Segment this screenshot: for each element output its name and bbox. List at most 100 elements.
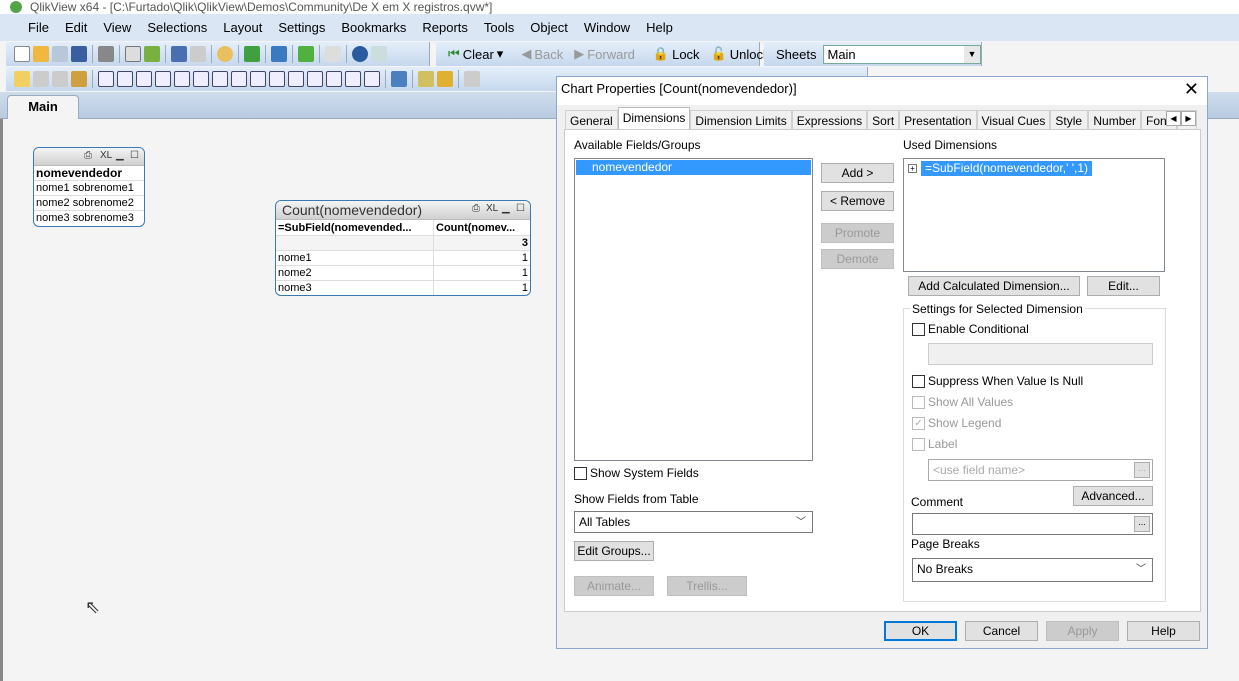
comment-input[interactable]: ...: [912, 513, 1153, 535]
excel-icon[interactable]: XL: [100, 150, 112, 161]
show-system-fields-checkbox[interactable]: [574, 467, 587, 480]
expand-icon[interactable]: +: [908, 164, 917, 173]
conditional-input[interactable]: [928, 343, 1153, 365]
menu-layout[interactable]: Layout: [215, 20, 270, 35]
column-header[interactable]: Count(nomev...: [434, 220, 530, 235]
list-item[interactable]: nomevendedor: [576, 160, 811, 175]
multibox-icon[interactable]: [155, 71, 171, 87]
sheet-select[interactable]: Main ▼: [823, 44, 981, 64]
tab-expressions[interactable]: Expressions: [791, 110, 868, 130]
tab-dimensions[interactable]: Dimensions: [617, 107, 691, 130]
page-breaks-select[interactable]: No Breaks ﹀: [912, 558, 1153, 582]
demote-sheet-icon[interactable]: [52, 71, 68, 87]
tab-dimension-limits[interactable]: Dimension Limits: [690, 110, 792, 130]
chart-icon[interactable]: [174, 71, 190, 87]
demote-button[interactable]: Demote: [821, 249, 894, 269]
listbox-nomevendedor[interactable]: ⎙ XL ▁ ☐ nomevendedor nome1 sobrenome1 n…: [33, 147, 145, 227]
undo-icon[interactable]: [171, 46, 187, 62]
menu-selections[interactable]: Selections: [139, 20, 215, 35]
label-input[interactable]: <use field name>...: [928, 459, 1153, 481]
slider-icon[interactable]: [288, 71, 304, 87]
edit-groups-button[interactable]: Edit Groups...: [574, 541, 654, 561]
statistics-box-icon[interactable]: [117, 71, 133, 87]
help-button[interactable]: Help: [1127, 621, 1200, 641]
redo-icon[interactable]: [190, 46, 206, 62]
tab-general[interactable]: General: [565, 110, 618, 130]
clear-button[interactable]: ⏮ Clear ▾: [444, 46, 507, 62]
excel-icon[interactable]: XL: [486, 203, 498, 214]
add-calculated-dimension-button[interactable]: Add Calculated Dimension...: [908, 276, 1080, 296]
container-icon[interactable]: [345, 71, 361, 87]
align-left-icon[interactable]: [464, 71, 480, 87]
maximize-icon[interactable]: ☐: [130, 150, 139, 161]
custom-object-icon[interactable]: [364, 71, 380, 87]
tab-style[interactable]: Style: [1050, 110, 1089, 130]
lock-button[interactable]: 🔒 Lock: [649, 46, 704, 62]
new-icon[interactable]: [14, 46, 30, 62]
suppress-null-checkbox[interactable]: [912, 375, 925, 388]
scroll-left-icon[interactable]: ◀: [1166, 111, 1181, 126]
menu-tools[interactable]: Tools: [476, 20, 522, 35]
context-help-icon[interactable]: [371, 46, 387, 62]
tab-number[interactable]: Number: [1088, 110, 1142, 130]
new-sheet-icon[interactable]: [14, 71, 30, 87]
minimize-icon[interactable]: ▁: [502, 203, 510, 214]
help-icon[interactable]: [352, 46, 368, 62]
list-item[interactable]: nome2 sobrenome2: [34, 196, 144, 211]
checkmark-icon[interactable]: [244, 46, 260, 62]
design-grid-icon[interactable]: [391, 71, 407, 87]
add-button[interactable]: Add >: [821, 163, 894, 183]
line-arrow-icon[interactable]: [269, 71, 285, 87]
remove-button[interactable]: < Remove: [821, 191, 894, 211]
table-row[interactable]: nome3 1: [276, 281, 530, 295]
ellipsis-button[interactable]: ...: [1134, 516, 1150, 532]
button-object-icon[interactable]: [231, 71, 247, 87]
forward-button[interactable]: ▶ Forward: [570, 46, 639, 62]
ellipsis-button[interactable]: ...: [1134, 462, 1150, 478]
menu-help[interactable]: Help: [638, 20, 681, 35]
menu-edit[interactable]: Edit: [57, 20, 95, 35]
table-select[interactable]: All Tables ﹀: [574, 511, 813, 533]
table-row[interactable]: nome1 1: [276, 251, 530, 266]
print-icon[interactable]: ⎙: [472, 203, 480, 214]
menu-object[interactable]: Object: [522, 20, 576, 35]
input-box-icon[interactable]: [193, 71, 209, 87]
cell-dimension[interactable]: nome3: [276, 281, 434, 295]
tab-presentation[interactable]: Presentation: [899, 110, 977, 130]
promote-button[interactable]: Promote: [821, 223, 894, 243]
back-button[interactable]: ◀ Back: [517, 46, 567, 62]
apply-button[interactable]: Apply: [1046, 621, 1119, 641]
edit-script-icon[interactable]: [125, 46, 141, 62]
show-all-values-checkbox[interactable]: [912, 396, 925, 409]
reload-data-icon[interactable]: [144, 46, 160, 62]
minimize-icon[interactable]: ▁: [116, 150, 124, 161]
straight-table-chart[interactable]: Count(nomevendedor) ⎙ XL ▁ ☐ =SubField(n…: [275, 200, 531, 296]
bookmark-star-icon[interactable]: [298, 46, 314, 62]
text-object-icon[interactable]: [250, 71, 266, 87]
cell-dimension[interactable]: nome2: [276, 266, 434, 280]
promote-sheet-icon[interactable]: [33, 71, 49, 87]
tab-visual-cues[interactable]: Visual Cues: [976, 110, 1051, 130]
list-item[interactable]: nome3 sobrenome3: [34, 211, 144, 226]
sheet-properties-icon[interactable]: [71, 71, 87, 87]
current-selections-icon[interactable]: [212, 71, 228, 87]
reload-icon[interactable]: [52, 46, 68, 62]
open-icon[interactable]: [33, 46, 49, 62]
available-fields-list[interactable]: nomevendedor: [574, 158, 813, 461]
cancel-button[interactable]: Cancel: [965, 621, 1038, 641]
scroll-right-icon[interactable]: ▶: [1181, 111, 1196, 126]
edit-icon[interactable]: [325, 46, 341, 62]
menu-bookmarks[interactable]: Bookmarks: [333, 20, 414, 35]
tab-sort[interactable]: Sort: [867, 110, 900, 130]
enable-conditional-checkbox[interactable]: [912, 323, 925, 336]
search-object-icon[interactable]: [326, 71, 342, 87]
table-row[interactable]: nome2 1: [276, 266, 530, 281]
search-icon[interactable]: [217, 46, 233, 62]
column-header[interactable]: =SubField(nomevended...: [276, 220, 434, 235]
ok-button[interactable]: OK: [884, 621, 957, 641]
print-icon[interactable]: ⎙: [84, 150, 92, 161]
format-painter-icon[interactable]: [418, 71, 434, 87]
align-icon[interactable]: [437, 71, 453, 87]
show-legend-checkbox[interactable]: ✓: [912, 417, 925, 430]
edit-button[interactable]: Edit...: [1087, 276, 1160, 296]
